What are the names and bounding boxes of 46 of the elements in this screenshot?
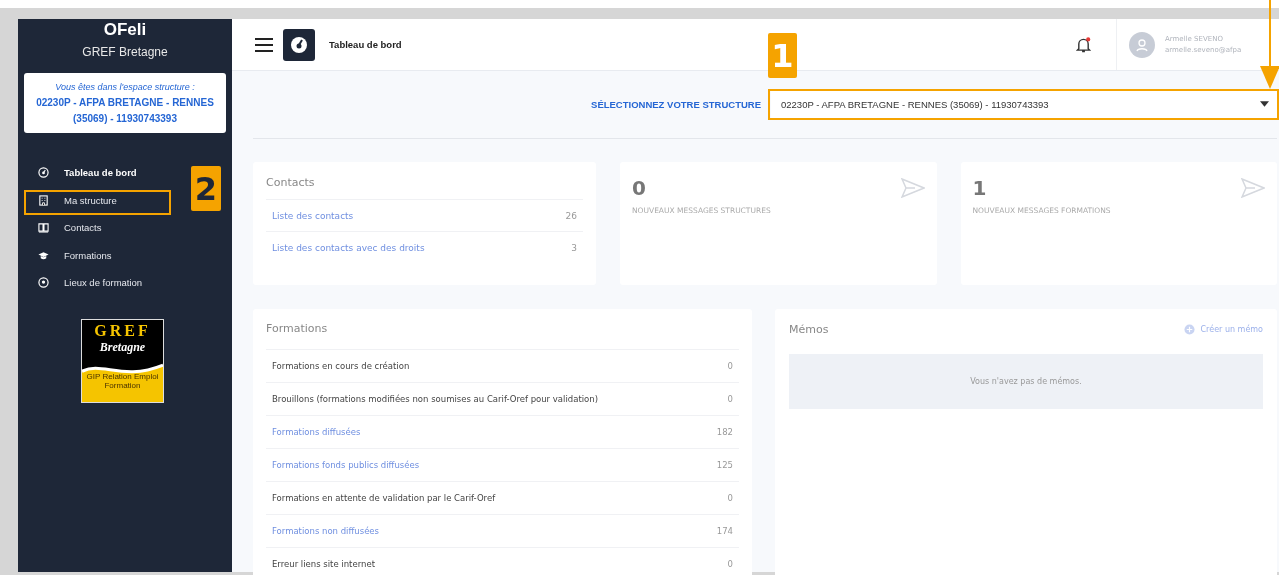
- count: 26: [565, 210, 577, 221]
- count: 0: [727, 394, 733, 404]
- select-label: SÉLECTIONNEZ VOTRE STRUCTURE: [591, 98, 761, 110]
- count: 174: [716, 526, 733, 536]
- graduation-cap-icon: [38, 249, 49, 261]
- context-structure: 02230P - AFPA BRETAGNE - RENNES (35069) - 11930743393: [35, 96, 215, 126]
- count: 0: [727, 361, 733, 371]
- bell-icon[interactable]: [1076, 35, 1091, 54]
- stat-value: 0: [632, 176, 646, 200]
- caret-icon: [1260, 101, 1269, 107]
- count: 125: [716, 460, 733, 470]
- building-icon: [38, 194, 49, 206]
- send-icon: [900, 178, 925, 198]
- send-icon: [1241, 178, 1265, 198]
- pin-icon: [38, 277, 49, 289]
- count: 0: [727, 493, 733, 503]
- add-icon: [1183, 324, 1195, 335]
- book-icon: [38, 222, 49, 234]
- sidebar-item[interactable]: Tableau de bord: [18, 159, 141, 187]
- sidebar-item[interactable]: Ma structure: [18, 186, 121, 214]
- menu-icon[interactable]: [255, 37, 273, 52]
- count: 3: [571, 242, 577, 253]
- gref-logo: GREF Bretagne GIP Relation Emploi Formation: [81, 318, 164, 403]
- count: 0: [727, 559, 733, 569]
- step-number: 1: [768, 33, 797, 78]
- org-name: GREF Bretagne: [82, 45, 168, 59]
- gauge-icon: [38, 167, 49, 179]
- empty-message: Vous n'avez pas de mémos.: [789, 354, 1263, 409]
- count: 182: [716, 427, 733, 437]
- context-intro: Vous êtes dans l'espace structure :: [54, 81, 196, 94]
- gauge-icon: [283, 28, 315, 61]
- structure-dropdown[interactable]: 02230P - AFPA BRETAGNE - RENNES (35069) - 11930743393: [771, 90, 1277, 118]
- list-label: Brouillons (formations modifiées non soumises au Carif-Oref pour validation): [272, 394, 598, 404]
- sidebar-item[interactable]: Lieux de formation: [18, 269, 147, 297]
- card-title: Contacts: [266, 176, 316, 189]
- app-name: OFeli: [103, 20, 147, 40]
- stat-value: 1: [972, 176, 987, 200]
- page-title: Tableau de bord: [329, 39, 402, 50]
- card-title: Formations: [266, 322, 329, 335]
- step-number: 2: [191, 166, 221, 211]
- list-label: Formations en attente de validation par le Carif-Oref: [272, 493, 496, 503]
- sidebar-item[interactable]: Formations: [18, 241, 116, 269]
- sidebar-item[interactable]: Contacts: [18, 214, 106, 242]
- card-title: Mémos: [789, 323, 829, 336]
- list-label: Erreur liens site internet: [272, 559, 375, 569]
- list-label: Formations en cours de création: [272, 361, 410, 371]
